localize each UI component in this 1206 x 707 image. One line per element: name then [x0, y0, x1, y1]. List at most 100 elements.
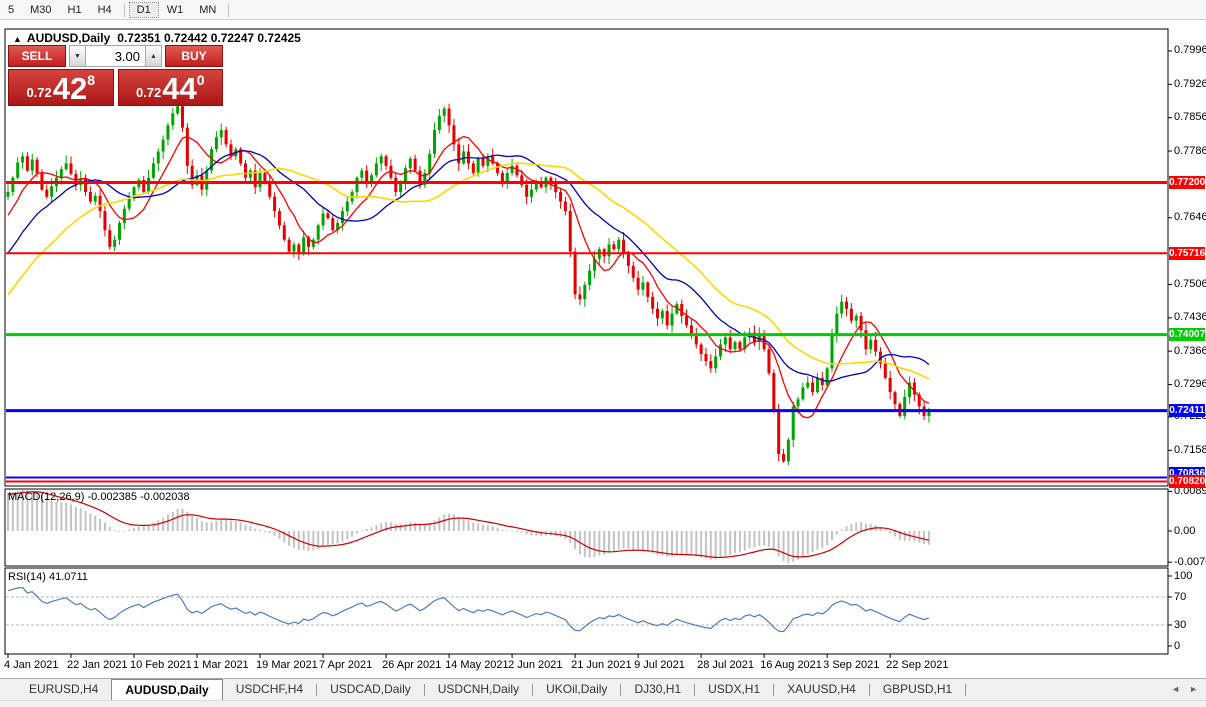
macd-bar [463, 518, 465, 531]
macd-bar [341, 531, 343, 542]
macd-bar [763, 531, 765, 545]
candle-body [641, 283, 644, 290]
macd-bar [438, 517, 440, 531]
candle-body [637, 278, 640, 290]
macd-bar [758, 531, 760, 546]
macd-bar [448, 514, 450, 531]
volume-increase-button[interactable]: ▲ [145, 45, 162, 67]
macd-axis-label: 0.00 [1174, 525, 1195, 537]
candle-body [719, 344, 722, 356]
candle-body [709, 361, 712, 368]
macd-bar [467, 520, 469, 531]
candle-body [244, 163, 247, 177]
buy-price-big: 44 [162, 72, 196, 105]
sell-price-big: 42 [53, 72, 87, 105]
macd-bar [928, 531, 930, 545]
rsi-axis-label: 30 [1174, 619, 1186, 631]
candle-body [186, 128, 189, 166]
price-axis-label: 0.75060 [1174, 278, 1206, 290]
rsi-panel[interactable] [5, 568, 1168, 654]
price-level-tag: 0.70820 [1169, 475, 1205, 488]
macd-bar [676, 531, 678, 555]
volume-input[interactable] [86, 45, 145, 67]
buy-price-prefix: 0.72 [136, 85, 161, 100]
candle-body [472, 163, 475, 173]
candle-body [622, 240, 625, 254]
rsi-name: RSI(14) [8, 571, 46, 583]
macd-bar [889, 531, 891, 533]
candle-body [835, 314, 838, 335]
macd-bar [724, 531, 726, 556]
price-axis-label: 0.71580 [1174, 444, 1206, 456]
macd-bar [167, 515, 169, 531]
price-axis-label: 0.79960 [1174, 44, 1206, 56]
price-level-tag: 0.74007 [1169, 328, 1205, 341]
macd-bar [138, 526, 140, 531]
candle-body [7, 192, 10, 197]
macd-bar [458, 517, 460, 531]
macd-bar [109, 527, 111, 531]
candle-body [317, 225, 320, 239]
candle-body [50, 186, 53, 196]
buy-button[interactable]: BUY [165, 45, 223, 67]
macd-bar [918, 531, 920, 543]
candle-body [612, 244, 615, 249]
one-click-toggle-icon[interactable]: ▲ [13, 34, 22, 44]
candle-body [21, 156, 24, 162]
macd-bar [196, 518, 198, 531]
macd-bar [118, 531, 120, 532]
candle-body [588, 271, 591, 285]
candle-body [36, 160, 39, 173]
macd-bar [540, 531, 542, 536]
sell-price-box[interactable]: 0.72 42 8 [8, 69, 114, 106]
candle-body [181, 106, 184, 127]
macd-bar [807, 531, 809, 554]
macd-bar [511, 530, 513, 531]
macd-bar [812, 531, 814, 552]
macd-bar [400, 524, 402, 531]
candle-body [94, 196, 97, 202]
sell-button[interactable]: SELL [8, 45, 66, 67]
candle-body [564, 202, 567, 212]
macd-bar [695, 531, 697, 556]
macd-bar [215, 521, 217, 531]
macd-bar [526, 531, 528, 534]
candle-body [433, 130, 436, 154]
mt4-window: 5M30H1H4D1W1MN ▲AUDUSD,Daily0.72351 0.72… [0, 0, 1206, 707]
candle-body [147, 178, 150, 192]
macd-bar [274, 531, 276, 536]
macd-bar [860, 522, 862, 531]
macd-bar [371, 527, 373, 531]
macd-bar [114, 530, 116, 531]
macd-bar [792, 531, 794, 562]
macd-bar [201, 521, 203, 531]
candle-body [249, 171, 252, 178]
candle-body [45, 190, 48, 197]
candle-body [31, 160, 34, 171]
candle-body [113, 240, 116, 247]
candle-body [695, 335, 698, 345]
macd-bar [293, 531, 295, 548]
volume-decrease-button[interactable]: ▼ [69, 45, 86, 67]
one-click-trading-panel: SELL ▼ ▲ BUY 0.72 42 8 0.72 44 0 [8, 45, 223, 106]
volume-spinner: ▼ ▲ [69, 45, 162, 67]
macd-bar [303, 531, 305, 550]
candle-body [797, 399, 800, 406]
candle-body [724, 337, 727, 344]
chart-canvas[interactable] [0, 0, 1206, 707]
macd-bar [623, 531, 625, 549]
candle-body [302, 237, 305, 254]
buy-price-box[interactable]: 0.72 44 0 [118, 69, 224, 106]
macd-bar [143, 526, 145, 531]
macd-bar [904, 531, 906, 541]
price-level-tag: 0.77200 [1169, 176, 1205, 189]
macd-bar [642, 531, 644, 551]
candle-body [448, 109, 451, 126]
candle-body [646, 283, 649, 297]
candle-body [845, 302, 848, 309]
macd-bar [89, 514, 91, 531]
macd-bar [836, 531, 838, 535]
price-axis-label: 0.72960 [1174, 378, 1206, 390]
chevron-down-icon: ▼ [74, 53, 81, 60]
macd-bar [424, 524, 426, 531]
